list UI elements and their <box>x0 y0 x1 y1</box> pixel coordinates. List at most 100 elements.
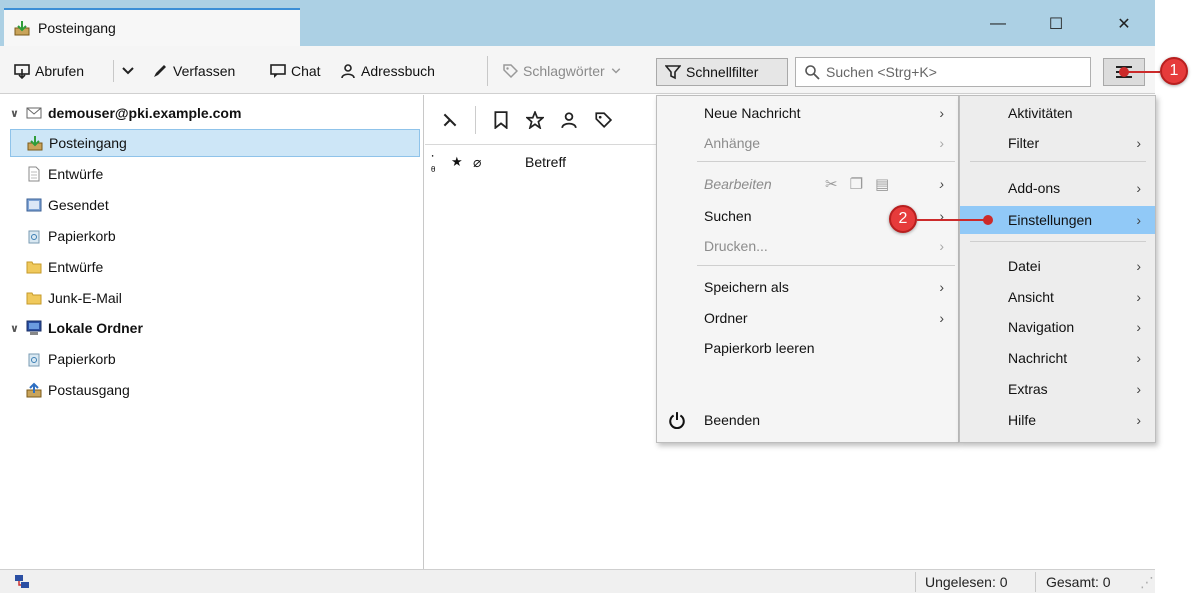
minimize-button[interactable]: — <box>983 12 1013 36</box>
trash-icon <box>28 230 40 244</box>
tags-button[interactable]: Schlagwörter <box>502 60 622 82</box>
resize-grip-icon[interactable]: ⋰ <box>1140 574 1154 591</box>
folder-junk[interactable]: Junk-E-Mail <box>10 284 420 312</box>
subject-column-header[interactable]: Betreff <box>525 154 566 170</box>
menu-item-view[interactable]: Ansicht › <box>960 283 1155 311</box>
chat-icon <box>270 64 286 78</box>
chevron-right-icon: › <box>939 105 944 121</box>
menu-item-tools[interactable]: Extras › <box>960 375 1155 403</box>
thread-column-icon[interactable]: ⸱ᶿ <box>431 147 435 178</box>
folder-local-trash[interactable]: Papierkorb <box>10 345 420 373</box>
menu-item-message[interactable]: Nachricht › <box>960 344 1155 372</box>
folder-label: Junk-E-Mail <box>48 290 122 306</box>
address-book-button[interactable]: Adressbuch <box>340 60 435 82</box>
folder-label: Lokale Ordner <box>48 320 143 336</box>
chevron-right-icon: › <box>1136 412 1141 428</box>
thread-separator <box>475 105 476 134</box>
menu-item-file[interactable]: Datei › <box>960 252 1155 280</box>
folder-inbox[interactable]: Posteingang <box>10 129 420 157</box>
unread-count: Ungelesen: 0 <box>925 574 1008 590</box>
menu-separator <box>697 161 955 162</box>
folder-sent[interactable]: Gesendet <box>10 191 420 219</box>
folder-pane: ∨ demouser@pki.example.com Posteingang E… <box>0 95 424 569</box>
menu-item-help[interactable]: Hilfe › <box>960 406 1155 434</box>
tab-inbox[interactable]: Posteingang <box>4 8 300 46</box>
folder-drafts-2[interactable]: Entwürfe <box>10 253 420 281</box>
menu-item-activities[interactable]: Aktivitäten <box>960 99 1155 127</box>
address-book-icon <box>341 64 355 79</box>
chevron-right-icon: › <box>939 279 944 295</box>
chat-button[interactable]: Chat <box>270 60 321 82</box>
menu-item-navigation[interactable]: Navigation › <box>960 313 1155 341</box>
status-separator <box>1035 572 1036 592</box>
chevron-right-icon: › <box>1136 135 1141 151</box>
menu-item-save-as[interactable]: Speichern als › <box>657 273 958 301</box>
menu-item-attachments[interactable]: Anhänge › <box>657 129 958 157</box>
folder-label: Papierkorb <box>48 228 116 244</box>
folder-account-demouser[interactable]: ∨ demouser@pki.example.com <box>10 99 420 127</box>
envelope-icon <box>26 107 42 119</box>
menu-item-quit[interactable]: Beenden <box>657 406 958 434</box>
copy-icon[interactable]: ❐ <box>850 175 863 193</box>
inbox-icon <box>27 136 43 151</box>
cut-icon[interactable]: ✂ <box>825 175 838 193</box>
search-input[interactable]: Suchen <Strg+K> <box>795 57 1091 87</box>
chat-label: Chat <box>291 63 321 79</box>
chevron-down-icon[interactable]: ∨ <box>10 107 20 120</box>
quick-filter-button[interactable]: Schnellfilter <box>656 58 788 86</box>
folder-drafts[interactable]: Entwürfe <box>10 160 420 188</box>
contact-icon[interactable] <box>560 111 578 129</box>
chevron-right-icon: › <box>1136 350 1141 366</box>
toolbar-separator <box>487 56 488 86</box>
callout-2: 2 <box>889 205 917 233</box>
menu-item-empty-trash[interactable]: Papierkorb leeren <box>657 334 958 362</box>
folder-trash[interactable]: Papierkorb <box>10 222 420 250</box>
folder-icon <box>26 261 42 274</box>
inbox-icon <box>14 21 30 36</box>
callout-1: 1 <box>1160 57 1188 85</box>
thread-pane: ⸱ᶿ ★ ⌀ Betreff <box>425 95 657 569</box>
document-icon <box>28 166 40 182</box>
chevron-right-icon: › <box>1136 319 1141 335</box>
folder-label: Entwürfe <box>48 166 104 182</box>
status-separator <box>915 572 916 592</box>
menu-item-print[interactable]: Drucken... › <box>657 232 958 260</box>
star-icon[interactable] <box>526 110 544 129</box>
folder-account-local[interactable]: ∨ Lokale Ordner <box>10 314 420 342</box>
bookmark-icon[interactable] <box>492 110 510 129</box>
menu-separator <box>970 161 1146 162</box>
maximize-button[interactable]: ☐ <box>1041 12 1071 36</box>
address-book-label: Adressbuch <box>361 63 435 79</box>
star-column-icon[interactable]: ★ <box>451 154 463 170</box>
chevron-right-icon: › <box>939 208 944 224</box>
folder-label: Postausgang <box>48 382 130 398</box>
chevron-right-icon: › <box>939 176 944 192</box>
menu-item-addons[interactable]: Add-ons › <box>960 174 1155 202</box>
folder-label: Gesendet <box>48 197 109 213</box>
tag-icon[interactable] <box>594 111 612 129</box>
network-icon[interactable] <box>14 574 30 590</box>
chevron-down-icon[interactable]: ∨ <box>10 322 20 335</box>
search-icon <box>805 65 820 80</box>
get-messages-button[interactable]: Abrufen <box>14 60 84 82</box>
paste-icon[interactable]: ▤ <box>875 175 889 193</box>
attachment-icon[interactable]: ⌀ <box>473 154 481 171</box>
folder-outbox[interactable]: Postausgang <box>10 376 420 404</box>
power-icon <box>669 412 685 429</box>
callout-1-line <box>1124 71 1160 73</box>
menu-item-filter[interactable]: Filter › <box>960 129 1155 157</box>
menu-item-new-message[interactable]: Neue Nachricht › <box>657 99 958 127</box>
thread-toolbar <box>425 95 657 145</box>
thread-icon[interactable] <box>441 111 459 129</box>
chevron-down-icon <box>122 67 134 75</box>
tag-icon <box>503 64 518 79</box>
menu-item-edit[interactable]: Bearbeiten ✂ ❐ ▤ › <box>657 170 958 198</box>
toolbar-separator <box>113 60 114 82</box>
sent-icon <box>26 198 42 212</box>
get-messages-dropdown[interactable] <box>120 60 136 82</box>
chevron-right-icon: › <box>939 135 944 151</box>
menu-item-folder[interactable]: Ordner › <box>657 304 958 332</box>
compose-button[interactable]: Verfassen <box>152 60 235 82</box>
close-button[interactable]: ✕ <box>1109 12 1139 36</box>
callout-2-line <box>917 219 987 221</box>
